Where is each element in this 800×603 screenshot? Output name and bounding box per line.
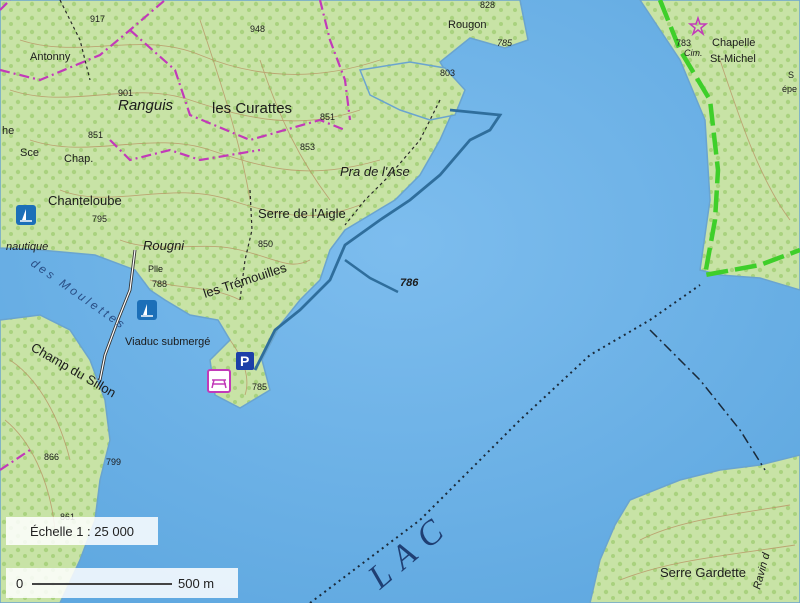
label-chanteloube: Chanteloube <box>48 193 122 208</box>
label-nautique: nautique <box>6 241 48 253</box>
scale-start-label: 0 <box>16 576 24 591</box>
elevation-795: 795 <box>92 214 107 224</box>
sailing-icon[interactable] <box>137 300 157 320</box>
elevation-948: 948 <box>250 24 265 34</box>
elevation-901: 901 <box>118 88 133 98</box>
picnic-icon[interactable] <box>207 369 231 393</box>
label-se: S <box>788 70 794 80</box>
label-he: he <box>2 125 14 137</box>
label-st-michel: St-Michel <box>710 53 756 65</box>
label-chap: Chap. <box>64 153 93 165</box>
elevation-803: 803 <box>440 68 455 78</box>
elevation-853: 853 <box>300 142 315 152</box>
svg-text:P: P <box>240 353 249 369</box>
label-plle: Plle <box>148 264 163 274</box>
elevation-785-south: 785 <box>252 382 267 392</box>
elevation-828: 828 <box>480 0 495 10</box>
scale-ratio-label: Échelle 1 : 25 000 <box>29 523 135 539</box>
elevation-851-b: 851 <box>320 112 335 122</box>
label-cim: Cim. <box>684 48 703 58</box>
elevation-786: 786 <box>400 277 419 289</box>
label-rougni: Rougni <box>143 238 185 253</box>
label-epe: épe <box>782 84 797 94</box>
scale-bar: 0 500 m <box>6 568 238 598</box>
label-curattes: les Curattes <box>212 100 292 117</box>
elevation-785-north: 785 <box>497 38 513 48</box>
label-viaduc: Viaduc submergé <box>125 336 210 348</box>
label-serre-aigle: Serre de l'Aigle <box>258 206 346 221</box>
label-serre-gardette: Serre Gardette <box>660 565 746 580</box>
topographic-map[interactable]: Antonny Ranguis les Curattes Pra de l'As… <box>0 0 800 603</box>
label-sce: Sce <box>20 147 39 159</box>
parking-icon[interactable]: P <box>236 352 254 370</box>
label-pra-de-lase: Pra de l'Ase <box>340 164 410 179</box>
label-rougon: Rougon <box>448 19 487 31</box>
elevation-850: 850 <box>258 239 273 249</box>
elevation-851-a: 851 <box>88 130 103 140</box>
scale-end-label: 500 m <box>178 576 215 591</box>
label-ranguis: Ranguis <box>118 97 174 114</box>
sailing-icon[interactable] <box>16 205 36 225</box>
scale-bar-line <box>32 583 172 585</box>
elevation-866: 866 <box>44 452 59 462</box>
elevation-783: 783 <box>676 38 691 48</box>
label-antonny: Antonny <box>30 51 71 63</box>
elevation-917: 917 <box>90 14 105 24</box>
elevation-788: 788 <box>152 279 167 289</box>
scale-ratio: Échelle 1 : 25 000 <box>6 517 158 545</box>
elevation-799: 799 <box>106 457 121 467</box>
label-chapelle: Chapelle <box>712 37 755 49</box>
